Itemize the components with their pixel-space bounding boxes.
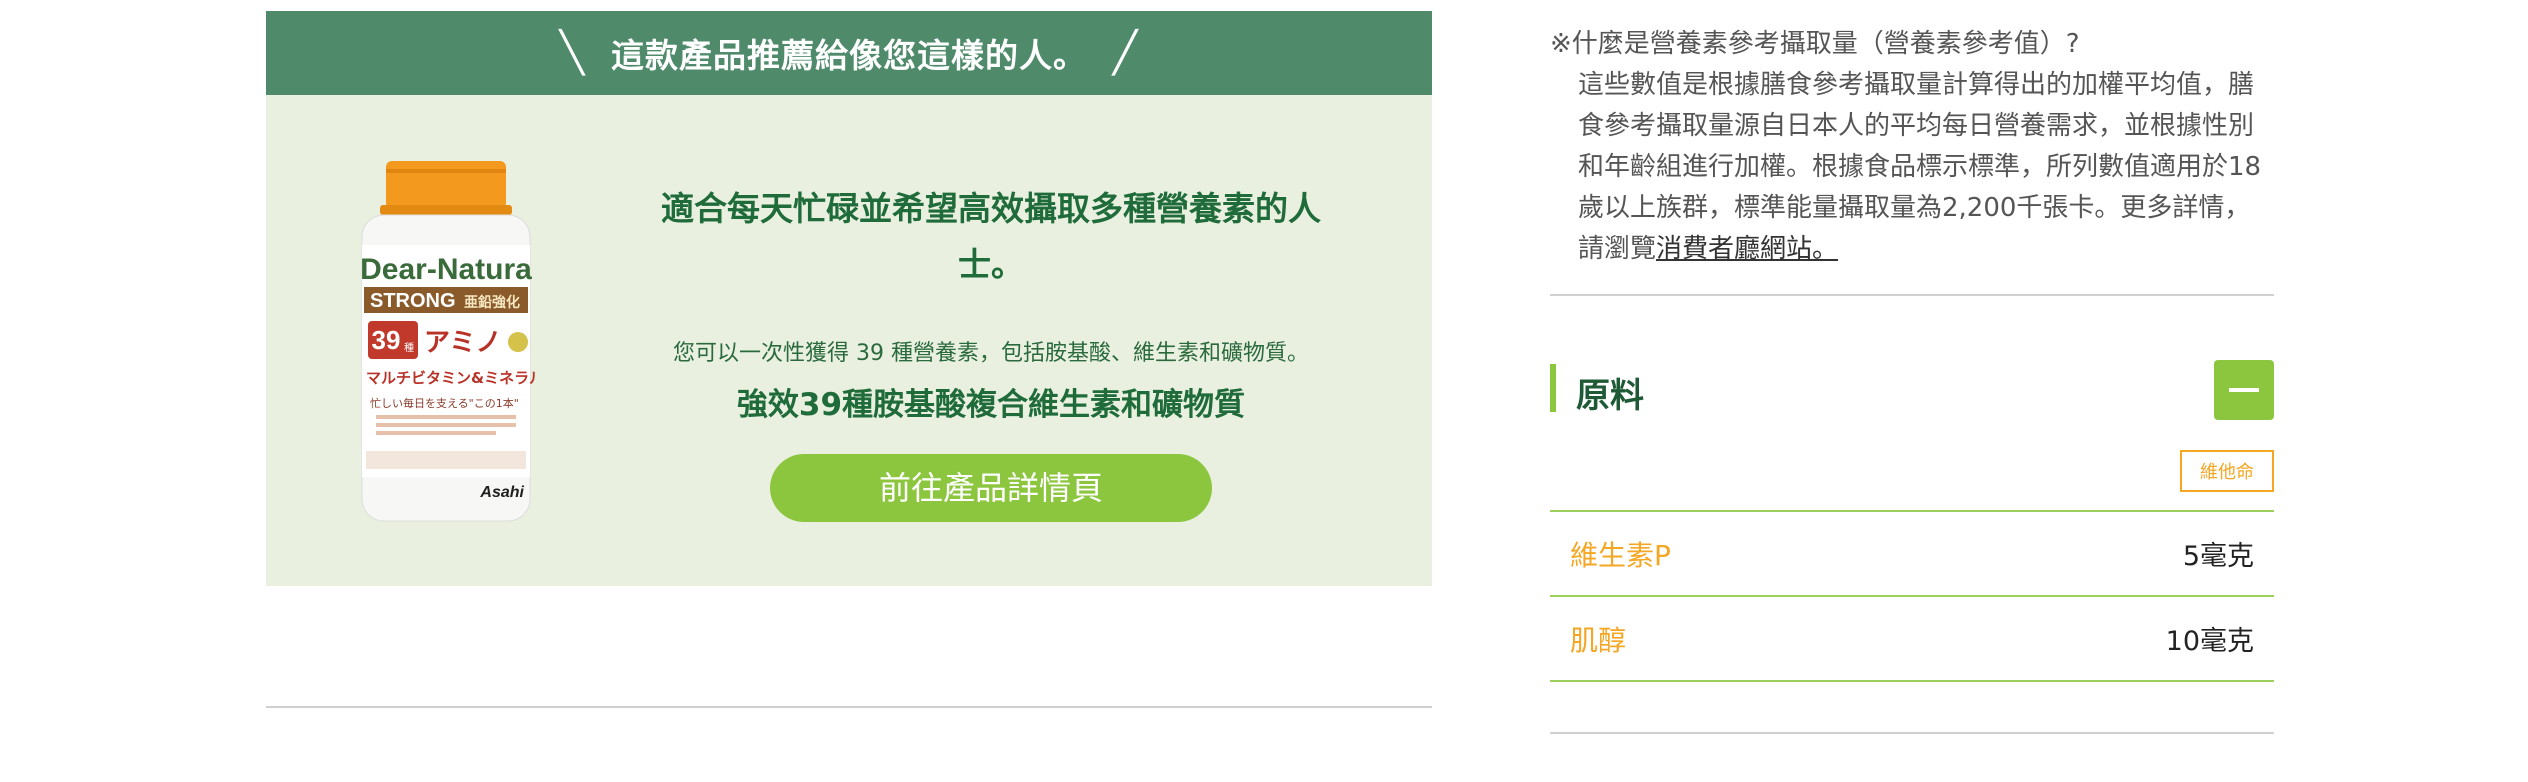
product-brand: Dear-Natura [360, 253, 532, 286]
nutrient-reference-note: ※什麼是營養素參考攝取量（營養素參考值）? 這些數值是根據膳食參考攝取量計算得出… [1550, 24, 2274, 270]
product-name-jp-2: マルチビタミン&ミネラル [366, 369, 536, 387]
product-count-badge: 39 [372, 325, 401, 355]
product-count-unit: 種 [404, 341, 414, 354]
left-divider [266, 706, 1432, 708]
slash-left-icon: ╲ [559, 30, 585, 76]
section-accent-bar [1550, 364, 1556, 412]
ingredient-row: 肌醇 10毫克 [1550, 597, 2274, 682]
ingredients-title: 原料 [1576, 376, 1644, 416]
recommendation-subtitle: 強效39種胺基酸複合維生素和礦物質 [736, 387, 1246, 423]
recommendation-card: ╲ 這款產品推薦給像您這樣的人。 ╱ Dear-Natura STRONG 亜鉛… [266, 11, 1432, 586]
ingredient-list: 維生素P 5毫克 肌醇 10毫克 [1550, 510, 2274, 682]
ingredients-section-header: 原料 [1550, 360, 2274, 422]
bottom-divider [1550, 732, 2274, 734]
section-divider [1550, 294, 2274, 296]
collapse-minus-icon[interactable] [2214, 360, 2274, 420]
tag-row: 維他命 [1550, 450, 2274, 492]
ingredient-amount: 10毫克 [2165, 626, 2254, 657]
ingredient-row: 維生素P 5毫克 [1550, 512, 2274, 597]
product-line: STRONG [370, 290, 456, 312]
ingredient-amount: 5毫克 [2182, 541, 2254, 572]
ingredient-name: 維生素P [1570, 538, 1671, 572]
consumer-agency-link[interactable]: 消費者廳網站。 [1656, 234, 1838, 264]
product-bottle-image: Dear-Natura STRONG 亜鉛強化 39 種 アミノ マルチビタミン… [360, 161, 536, 522]
note-body: 這些數值是根據膳食參考攝取量計算得出的加權平均值，膳食參考攝取量源自日本人的平均… [1550, 65, 2274, 270]
recommendation-header-text: 這款產品推薦給像您這樣的人。 [611, 36, 1087, 75]
recommendation-body: 適合每天忙碌並希望高效攝取多種營養素的人士。 您可以一次性獲得 39 種營養素，… [616, 181, 1366, 522]
recommendation-description: 您可以一次性獲得 39 種營養素，包括胺基酸、維生素和礦物質。 [673, 341, 1309, 366]
product-line-sub: 亜鉛強化 [464, 294, 520, 311]
recommendation-title: 適合每天忙碌並希望高效攝取多種營養素的人士。 [661, 189, 1321, 284]
category-tag-vitamin: 維他命 [2180, 450, 2274, 492]
product-maker-logo: Asahi [479, 484, 524, 501]
product-detail-button[interactable]: 前往產品詳情頁 [770, 454, 1212, 522]
right-column: ※什麼是營養素參考攝取量（營養素參考值）? 這些數值是根據膳食參考攝取量計算得出… [1550, 0, 2274, 734]
product-tagline: 忙しい毎日を支える"この1本" [370, 396, 519, 410]
product-name-jp-1: アミノ [424, 328, 501, 358]
note-question: ※什麼是營養素參考攝取量（營養素參考值）? [1550, 29, 2080, 59]
ingredient-name: 肌醇 [1570, 623, 1627, 657]
slash-right-icon: ╱ [1113, 30, 1139, 76]
recommendation-header: ╲ 這款產品推薦給像您這樣的人。 ╱ [266, 11, 1432, 95]
